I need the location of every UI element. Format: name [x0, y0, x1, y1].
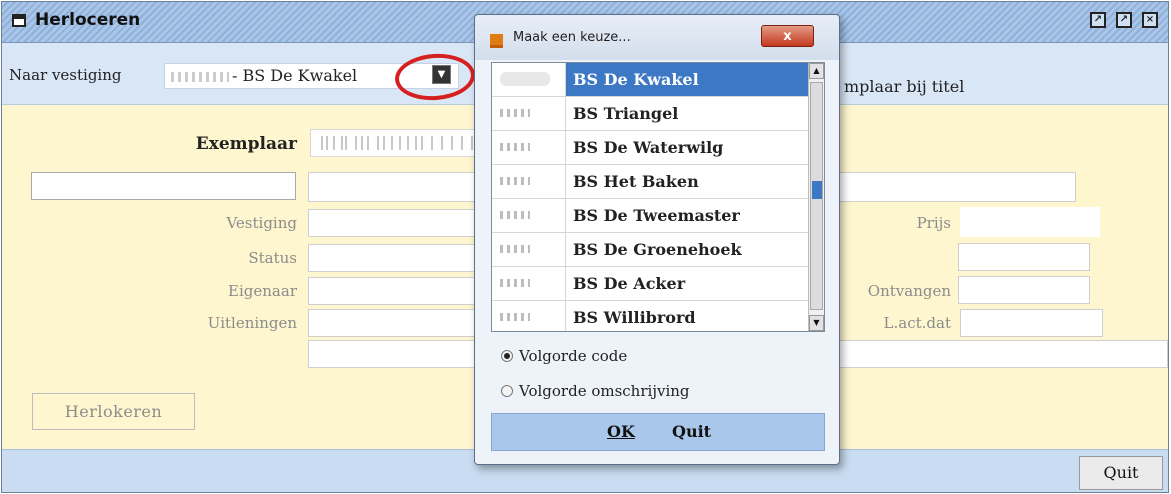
- radio-volgorde-omschrijving[interactable]: Volgorde omschrijving: [501, 382, 801, 400]
- list-item-code: [492, 233, 566, 266]
- dialog-quit-button[interactable]: Quit: [672, 422, 711, 441]
- sort-options: Volgorde code Volgorde omschrijving: [491, 335, 825, 413]
- status-field: [308, 244, 484, 272]
- radio-code-label: Volgorde code: [519, 347, 628, 365]
- list-item[interactable]: BS De Acker: [492, 267, 808, 301]
- scroll-up-arrow-icon[interactable]: ▲: [809, 63, 824, 79]
- exemplaar-bij-titel-label: mplaar bij titel: [844, 77, 965, 96]
- prijs-field: [960, 207, 1100, 237]
- list-scrollbar[interactable]: ▲ ▼: [808, 63, 824, 331]
- exemplaar-label: Exemplaar: [195, 134, 297, 154]
- list-item-code: [492, 63, 566, 96]
- radio-unselected-icon: [501, 385, 513, 397]
- title-field-right[interactable]: [836, 172, 1076, 202]
- exemplaar-input[interactable]: [310, 129, 490, 157]
- choice-dialog: Maak een keuze... x BS De Kwakel BS Tria…: [474, 14, 840, 465]
- vestiging-field: [308, 209, 484, 237]
- dialog-close-button[interactable]: x: [761, 25, 814, 47]
- list-item[interactable]: BS Triangel: [492, 97, 808, 131]
- dialog-button-bar: OK Quit: [491, 413, 825, 451]
- ok-button[interactable]: OK: [607, 422, 635, 441]
- maximize-icon[interactable]: ↗: [1116, 12, 1132, 28]
- list-item[interactable]: BS Het Baken: [492, 165, 808, 199]
- list-item-name: BS Het Baken: [573, 172, 699, 191]
- vestiging-select-value: - BS De Kwakel: [232, 66, 358, 85]
- scroll-down-arrow-icon[interactable]: ▼: [809, 315, 824, 331]
- herlokeren-button[interactable]: Herlokeren: [32, 393, 195, 430]
- extra-field: [308, 340, 484, 368]
- naar-vestiging-label: Naar vestiging: [9, 66, 122, 84]
- list-item-code: [492, 267, 566, 300]
- list-item-name: BS De Acker: [573, 274, 686, 293]
- status-label: Status: [248, 249, 297, 267]
- vestiging-list[interactable]: BS De Kwakel BS Triangel BS De Waterwilg…: [491, 62, 825, 332]
- ontvangen-field: [958, 276, 1090, 304]
- vestiging-label: Vestiging: [226, 214, 297, 232]
- list-item-name: BS De Kwakel: [573, 70, 699, 89]
- list-item-code: [492, 301, 566, 331]
- radio-volgorde-code[interactable]: Volgorde code: [501, 347, 801, 365]
- list-item[interactable]: BS De Groenehoek: [492, 233, 808, 267]
- close-icon[interactable]: ×: [1142, 12, 1158, 28]
- title-search-field[interactable]: [31, 172, 296, 200]
- quit-button[interactable]: Quit: [1079, 456, 1163, 490]
- list-item-name: BS De Groenehoek: [573, 240, 742, 259]
- dialog-title: Maak een keuze...: [513, 30, 631, 45]
- list-item-code: [492, 97, 566, 130]
- list-item-code: [492, 131, 566, 164]
- app-icon: [490, 34, 503, 48]
- uitleningen-label: Uitleningen: [207, 314, 297, 332]
- title-field[interactable]: [308, 172, 484, 202]
- list-item-code: [492, 165, 566, 198]
- status-field-right: [958, 243, 1090, 271]
- dialog-title-bar: Maak een keuze... x: [475, 15, 839, 60]
- list-item[interactable]: BS De Kwakel: [492, 63, 808, 97]
- list-item-name: BS De Tweemaster: [573, 206, 740, 225]
- window-title: Herloceren: [35, 10, 141, 30]
- list-item[interactable]: BS De Tweemaster: [492, 199, 808, 233]
- eigenaar-label: Eigenaar: [228, 282, 297, 300]
- window-icon: [12, 14, 26, 27]
- window-controls: ↗ ↗ ×: [1090, 12, 1158, 28]
- list-item-name: BS Willibrord: [573, 308, 696, 327]
- list-item[interactable]: BS Willibrord: [492, 301, 808, 331]
- radio-selected-icon: [501, 350, 513, 362]
- eigenaar-field: [308, 277, 484, 305]
- redacted-code: [171, 71, 229, 82]
- list-item-name: BS De Waterwilg: [573, 138, 724, 157]
- extra-field-right: [836, 340, 1168, 368]
- list-item[interactable]: BS De Waterwilg: [492, 131, 808, 165]
- scroll-position-marker: [812, 181, 822, 199]
- list-item-name: BS Triangel: [573, 104, 679, 123]
- restore-icon[interactable]: ↗: [1090, 12, 1106, 28]
- lactdat-field: [960, 309, 1103, 337]
- list-item-code: [492, 199, 566, 232]
- uitleningen-field: [308, 309, 484, 337]
- radio-omschrijving-label: Volgorde omschrijving: [519, 382, 690, 400]
